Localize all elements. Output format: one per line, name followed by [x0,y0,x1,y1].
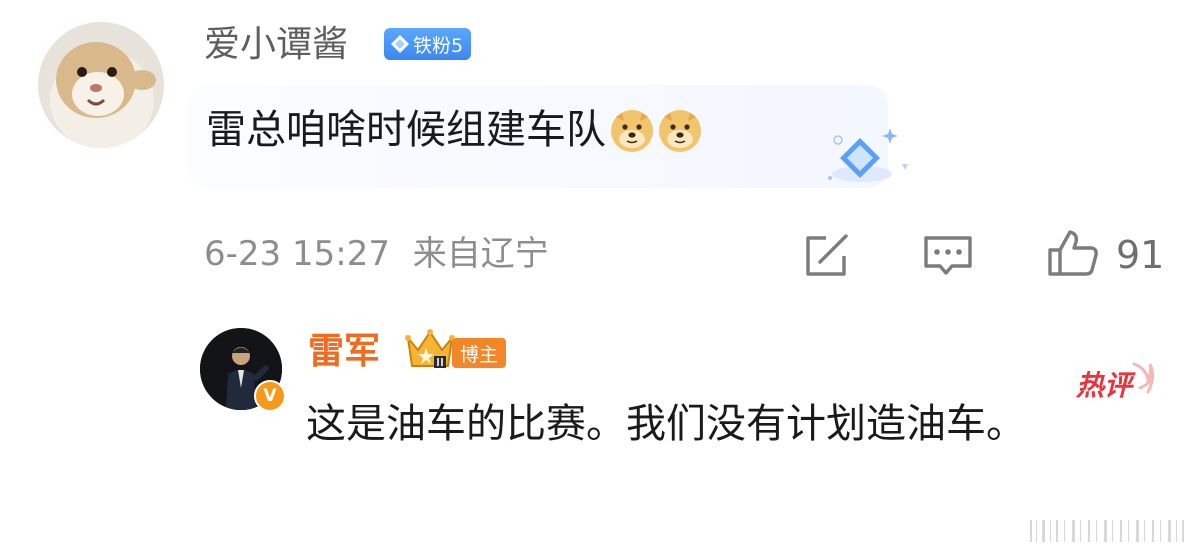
doge-emoji [610,108,654,152]
comment-text-row: 雷总咱啥时候组建车队 [206,98,702,162]
commenter-username[interactable]: 爱小谭酱 [204,22,348,68]
thumbs-up-icon[interactable] [1046,228,1100,278]
watermark-barcode [1028,516,1188,546]
comment-meta: 6-23 15:27 来自辽宁 [204,232,549,276]
fan-badge-label: 铁粉5 [413,34,464,57]
diamond-icon [391,35,409,53]
blogger-badge: 博主 [452,338,507,368]
fan-level-badge[interactable]: 铁粉5 [384,28,472,60]
diamond-bubble-decoration-icon [820,118,916,194]
verified-v-icon: V [254,380,286,412]
share-icon[interactable] [802,232,852,278]
crown-icon [404,326,456,372]
comment-timestamp: 6-23 15:27 [204,234,390,274]
like-count: 91 [1116,233,1165,277]
reply-text: 这是油车的比赛。我们没有计划造油车。 [306,401,1026,447]
comment-text: 雷总咱啥时候组建车队 [206,107,606,153]
comment-icon[interactable] [922,234,974,276]
comment-location: 来自辽宁 [412,234,549,274]
doge-emoji [658,108,702,152]
reply-username[interactable]: 雷军 [308,328,380,376]
commenter-avatar[interactable] [38,22,164,148]
